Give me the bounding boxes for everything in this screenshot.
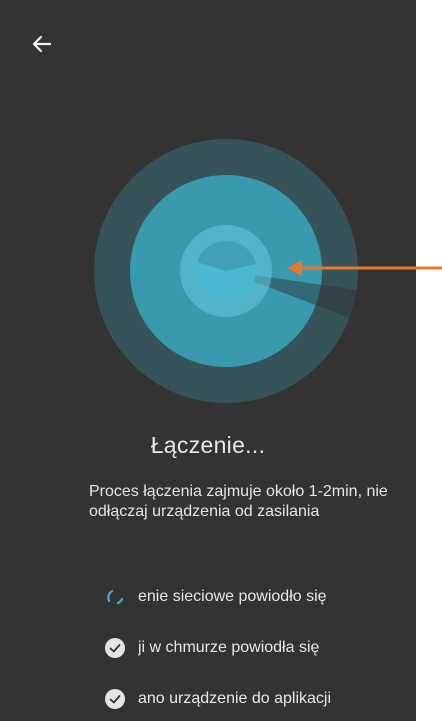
connection-screen: Łączenie... Proces łączenia zajmuje okoł… xyxy=(0,0,416,721)
check-circle-icon xyxy=(104,688,126,710)
connection-radar xyxy=(94,139,358,403)
check-circle-icon xyxy=(104,637,126,659)
step-network-label: enie sieciowe powiodło się xyxy=(138,588,327,605)
progress-steps: enie sieciowe powiodło się ji w chmurze … xyxy=(104,585,416,721)
connecting-description: Proces łączenia zajmuje około 1-2min, ni… xyxy=(89,483,388,520)
spinner-icon xyxy=(104,586,126,608)
step-cloud-label: ji w chmurze powiodła się xyxy=(138,639,320,656)
step-cloud: ji w chmurze powiodła się xyxy=(104,636,416,660)
step-network: enie sieciowe powiodło się xyxy=(104,585,416,609)
connecting-title: Łączenie... xyxy=(150,432,266,458)
step-app-label: ano urządzenie do aplikacji xyxy=(138,690,332,707)
step-app: ano urządzenie do aplikacji xyxy=(104,687,416,711)
